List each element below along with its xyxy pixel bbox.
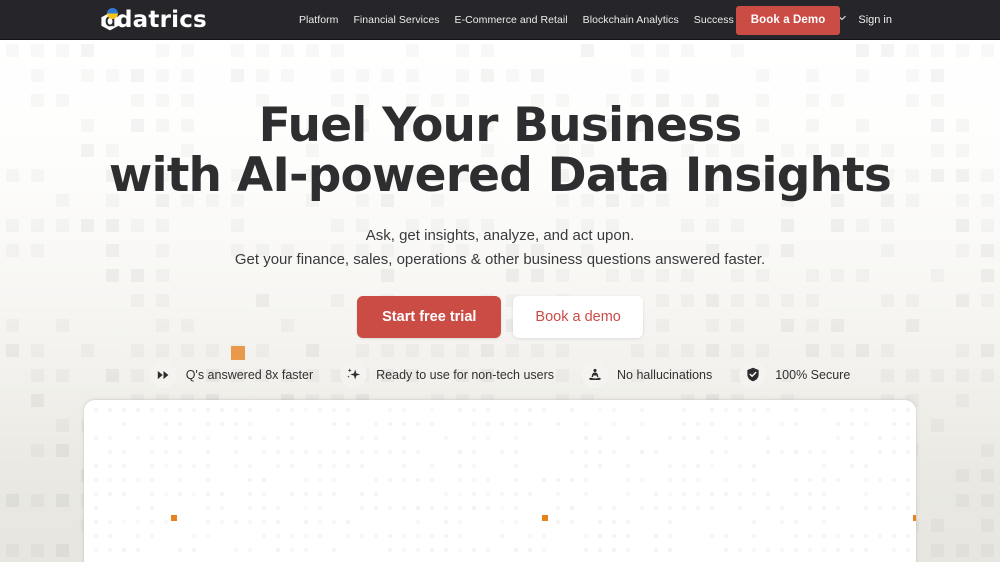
nav-item-label: Blockchain Analytics [582, 13, 679, 26]
start-free-trial-button[interactable]: Start free trial [357, 296, 502, 338]
nav-item-blockchain-analytics[interactable]: Blockchain Analytics [583, 14, 679, 26]
hero-cta-row: Start free trial Book a demo [0, 296, 1000, 338]
feature-item-no-hallucinations: No hallucinations [581, 361, 712, 388]
orange-accent-square [231, 346, 245, 360]
nav-item-financial-services[interactable]: Financial Services [353, 14, 439, 26]
orange-accent-dot [542, 515, 548, 521]
hero-section: Fuel Your Business with AI-powered Data … [0, 40, 1000, 338]
book-a-demo-header-button[interactable]: Book a Demo [735, 5, 841, 35]
page-root: datrics Platform Financial Services E-Co… [0, 0, 1000, 562]
sign-in-link[interactable]: Sign in [858, 14, 892, 26]
product-preview-card[interactable] [84, 400, 916, 562]
feature-strip: Q's answered 8x faster Ready to use for … [0, 361, 1000, 388]
page-title: Fuel Your Business with AI-powered Data … [0, 101, 1000, 201]
site-header: datrics Platform Financial Services E-Co… [0, 0, 1000, 40]
feature-item-ease-of-use: Ready to use for non-tech users [340, 361, 554, 388]
feature-item-speed: Q's answered 8x faster [149, 361, 314, 388]
brand-logo[interactable]: datrics [100, 7, 207, 33]
card-dot-pattern [84, 400, 916, 562]
headline-line-1: Fuel Your Business [258, 98, 743, 153]
feature-item-security: 100% Secure [739, 361, 850, 388]
feature-label: No hallucinations [617, 367, 713, 382]
nav-item-label: Platform [298, 13, 339, 26]
sparkles-icon [340, 361, 368, 388]
nav-item-ecommerce-and-retail[interactable]: E-Commerce and Retail [455, 14, 568, 26]
feature-label: Q's answered 8x faster [185, 367, 314, 382]
nav-item-label: Financial Services [353, 13, 440, 26]
nav-item-platform[interactable]: Platform [299, 14, 339, 26]
hero-subtitle: Ask, get insights, analyze, and act upon… [0, 224, 1000, 272]
feature-label: 100% Secure [775, 367, 851, 382]
shield-check-icon [739, 361, 767, 388]
subtitle-line-1: Ask, get insights, analyze, and act upon… [365, 227, 635, 244]
header-actions: Book a Demo Sign in [735, 0, 1000, 40]
headline-line-2: with AI-powered Data Insights [108, 148, 892, 203]
book-a-demo-button[interactable]: Book a demo [513, 296, 643, 338]
brand-name: datrics [116, 6, 207, 33]
subtitle-line-2: Get your finance, sales, operations & ot… [234, 251, 766, 268]
meditation-figure-icon [581, 361, 609, 388]
nav-item-label: E-Commerce and Retail [454, 13, 568, 26]
feature-label: Ready to use for non-tech users [376, 367, 555, 382]
orange-accent-dot [171, 515, 177, 521]
fast-forward-icon [149, 361, 177, 388]
flag-dot-icon [107, 8, 118, 19]
orange-accent-dot [913, 515, 916, 521]
